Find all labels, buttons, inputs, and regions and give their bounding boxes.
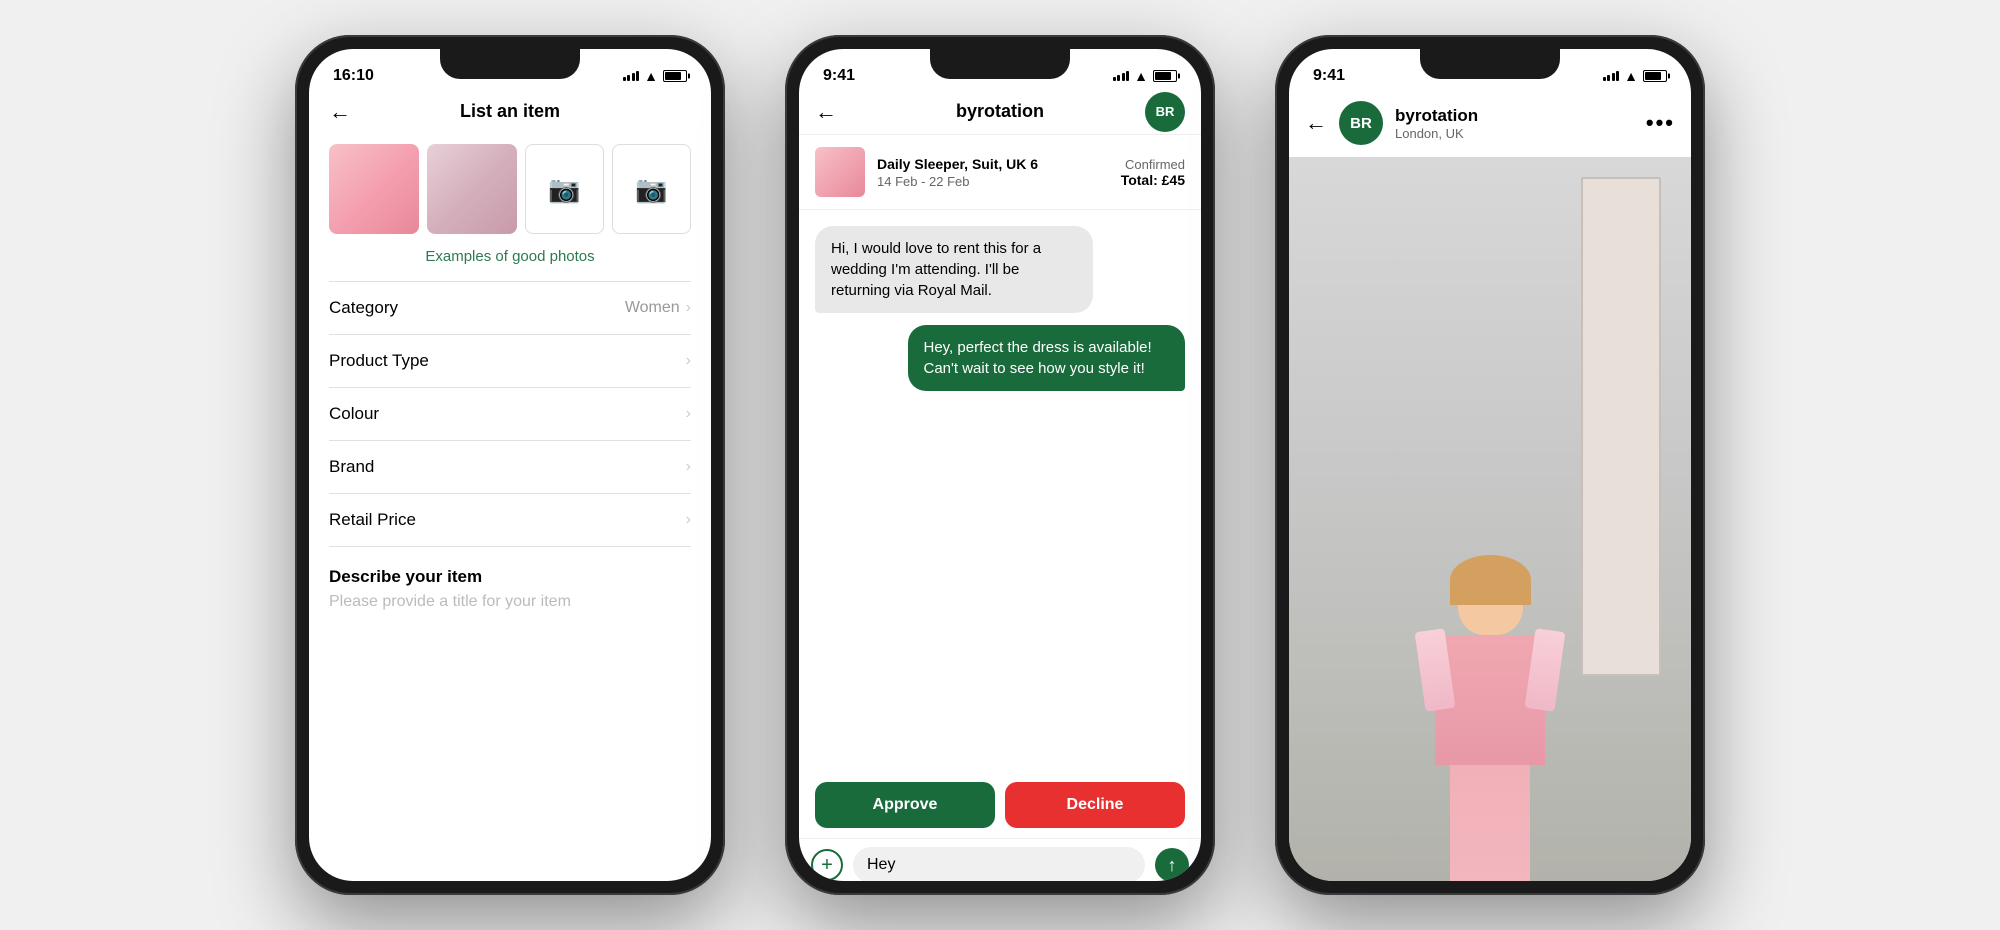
colour-chevron: › [686, 405, 691, 423]
message-received-1: Hi, I would love to rent this for a wedd… [815, 226, 1093, 313]
room-door [1581, 177, 1661, 676]
product-type-right: › [686, 352, 691, 370]
describe-section: Describe your item Please provide a titl… [309, 547, 711, 611]
profile-content: ← BR byrotation London, UK ••• [1289, 93, 1691, 881]
booking-card[interactable]: Daily Sleeper, Suit, UK 6 14 Feb - 22 Fe… [799, 134, 1201, 210]
notch-3 [1420, 49, 1560, 79]
chat-avatar-text: BR [1156, 104, 1175, 119]
profile-back-button[interactable]: ← [1305, 110, 1327, 136]
retail-price-label: Retail Price [329, 510, 416, 530]
category-row[interactable]: Category Women › [309, 282, 711, 334]
person-head [1458, 565, 1523, 635]
booking-status-col: Confirmed Total: £45 [1121, 157, 1185, 188]
chat-back-button[interactable]: ← [815, 99, 837, 125]
category-chevron: › [686, 299, 691, 317]
battery-icon-3 [1643, 70, 1667, 82]
product-type-chevron: › [686, 352, 691, 370]
wifi-icon-1: ▲ [644, 68, 658, 84]
status-icons-2: ▲ [1113, 68, 1177, 84]
chat-header: ← byrotation BR [799, 93, 1201, 134]
booking-status: Confirmed [1121, 157, 1185, 172]
person-legs [1450, 765, 1530, 881]
booking-info: Daily Sleeper, Suit, UK 6 14 Feb - 22 Fe… [877, 156, 1109, 189]
chat-avatar-button[interactable]: BR [1145, 92, 1185, 132]
decline-button[interactable]: Decline [1005, 782, 1185, 828]
phone-2: 9:41 ▲ ← byrotation BR [785, 35, 1215, 895]
photo-add-1[interactable]: 📷 [525, 144, 604, 234]
profile-more-button[interactable]: ••• [1646, 110, 1675, 136]
person-figure [1435, 565, 1545, 881]
nav-header-1: ← List an item [309, 93, 711, 134]
status-time-1: 16:10 [333, 67, 374, 85]
battery-icon-2 [1153, 70, 1177, 82]
product-type-label: Product Type [329, 351, 429, 371]
signal-icon-1 [623, 71, 640, 81]
booking-item-name: Daily Sleeper, Suit, UK 6 [877, 156, 1109, 172]
signal-icon-3 [1603, 71, 1620, 81]
phone-2-screen: 9:41 ▲ ← byrotation BR [799, 49, 1201, 881]
profile-location: London, UK [1395, 126, 1646, 141]
booking-total: Total: £45 [1121, 172, 1185, 188]
chat-title: byrotation [956, 101, 1044, 122]
chat-send-button[interactable]: ↑ [1155, 848, 1189, 881]
back-button-1[interactable]: ← [329, 99, 351, 125]
person-torso [1435, 635, 1545, 765]
profile-avatar: BR [1339, 101, 1383, 145]
approve-button[interactable]: Approve [815, 782, 995, 828]
approve-decline-row: Approve Decline [799, 772, 1201, 838]
message-sent-1: Hey, perfect the dress is available! Can… [908, 325, 1186, 391]
status-icons-3: ▲ [1603, 68, 1667, 84]
brand-label: Brand [329, 457, 374, 477]
good-photos-link[interactable]: Examples of good photos [309, 242, 711, 281]
describe-title: Describe your item [329, 567, 691, 587]
chat-messages: Hi, I would love to rent this for a wedd… [799, 210, 1201, 772]
describe-placeholder[interactable]: Please provide a title for your item [329, 593, 691, 611]
notch-2 [930, 49, 1070, 79]
chat-content: ← byrotation BR Daily Sleeper, Suit, UK … [799, 93, 1201, 881]
person-hair [1450, 555, 1531, 605]
photo-thumb-1[interactable] [329, 144, 419, 234]
profile-image-area [1289, 157, 1691, 881]
brand-chevron: › [686, 458, 691, 476]
camera-icon-1: 📷 [548, 174, 580, 205]
signal-icon-2 [1113, 71, 1130, 81]
colour-label: Colour [329, 404, 379, 424]
booking-dates: 14 Feb - 22 Feb [877, 174, 1109, 189]
chat-input-row: + ↑ [799, 838, 1201, 881]
phone-3: 9:41 ▲ ← BR [1275, 35, 1705, 895]
status-icons-1: ▲ [623, 68, 687, 84]
colour-row[interactable]: Colour › [309, 388, 711, 440]
photo-thumb-2[interactable] [427, 144, 517, 234]
page-title-1: List an item [460, 101, 560, 122]
profile-info: byrotation London, UK [1395, 106, 1646, 141]
photo-add-2[interactable]: 📷 [612, 144, 691, 234]
profile-username: byrotation [1395, 106, 1646, 126]
category-right: Women › [625, 299, 691, 317]
phone-1: 16:10 ▲ ← List an item [295, 35, 725, 895]
brand-row[interactable]: Brand › [309, 441, 711, 493]
product-type-row[interactable]: Product Type › [309, 335, 711, 387]
category-value: Women [625, 299, 680, 317]
phone-1-screen: 16:10 ▲ ← List an item [309, 49, 711, 881]
photo-upload-grid: 📷 📷 [309, 134, 711, 242]
chat-input-field[interactable] [853, 847, 1145, 881]
wifi-icon-2: ▲ [1134, 68, 1148, 84]
status-time-2: 9:41 [823, 67, 855, 85]
brand-right: › [686, 458, 691, 476]
phone-3-screen: 9:41 ▲ ← BR [1289, 49, 1691, 881]
camera-icon-2: 📷 [635, 174, 667, 205]
wifi-icon-3: ▲ [1624, 68, 1638, 84]
retail-price-row[interactable]: Retail Price › [309, 494, 711, 546]
retail-price-right: › [686, 511, 691, 529]
category-label: Category [329, 298, 398, 318]
booking-thumbnail [815, 147, 865, 197]
status-time-3: 9:41 [1313, 67, 1345, 85]
retail-price-chevron: › [686, 511, 691, 529]
profile-header: ← BR byrotation London, UK ••• [1289, 93, 1691, 157]
profile-avatar-text: BR [1350, 115, 1372, 132]
colour-right: › [686, 405, 691, 423]
notch-1 [440, 49, 580, 79]
battery-icon-1 [663, 70, 687, 82]
chat-add-button[interactable]: + [811, 849, 843, 881]
